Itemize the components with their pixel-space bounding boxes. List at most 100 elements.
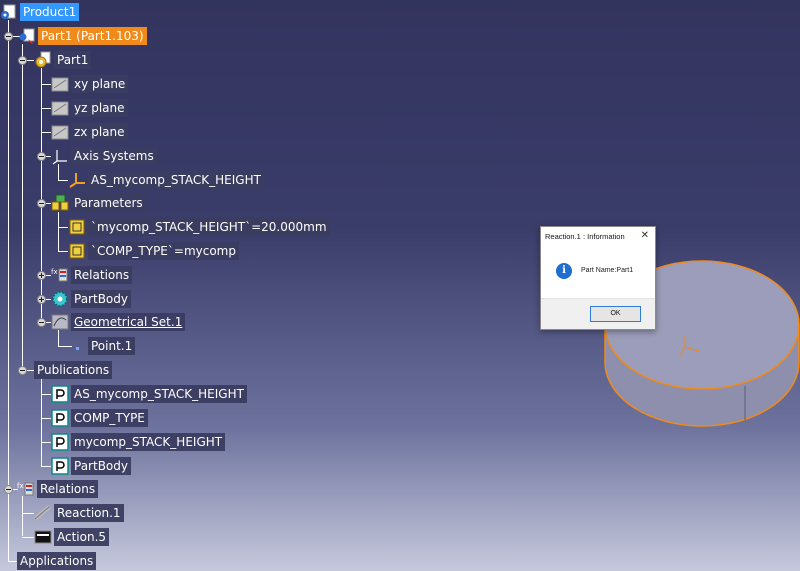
tree-line: [41, 442, 51, 443]
parameters-icon: [51, 194, 69, 212]
plane-icon: [51, 99, 69, 117]
tree-node-pub-stack-height[interactable]: mycomp_STACK_HEIGHT: [51, 432, 226, 452]
node-label: AS_mycomp_STACK_HEIGHT: [88, 171, 264, 189]
tree-line: [22, 513, 34, 514]
tree-node-relations-root[interactable]: fx Relations: [17, 479, 99, 499]
tree-node-param-comp-type[interactable]: `COMP_TYPE`=mycomp: [68, 241, 239, 261]
tree-node-partbody[interactable]: PartBody: [51, 289, 131, 309]
tree-node-pub-partbody[interactable]: PartBody: [51, 456, 131, 476]
node-label: Publications: [34, 361, 113, 379]
publication-icon: [51, 409, 69, 427]
node-label: PartBody: [71, 290, 131, 308]
dialog-message: Part Name:Part1: [581, 267, 634, 274]
tree-node-point[interactable]: Point.1: [72, 336, 136, 356]
tree-node-parameters[interactable]: Parameters: [51, 193, 146, 213]
collapse-toggle[interactable]: [4, 32, 13, 41]
tree-line: [22, 537, 34, 538]
action-icon: [34, 528, 52, 546]
info-dialog: Reaction.1 : Information ✕ i Part Name:P…: [540, 226, 656, 330]
node-label: `mycomp_STACK_HEIGHT`=20.000mm: [88, 218, 330, 236]
parameter-icon: [68, 242, 86, 260]
tree-node-part-instance[interactable]: Part1 (Part1.103): [18, 26, 147, 46]
tree-line: [41, 84, 51, 85]
axis-system-icon: [68, 171, 86, 189]
tree-line: [41, 378, 42, 466]
tree-node-reaction[interactable]: Reaction.1: [33, 503, 124, 523]
tree-node-zx-plane[interactable]: zx plane: [51, 122, 128, 142]
node-label: AS_mycomp_STACK_HEIGHT: [71, 385, 247, 403]
node-label: PartBody: [71, 457, 131, 475]
node-label: Relations: [37, 480, 99, 498]
publication-icon: [51, 385, 69, 403]
publication-icon: [51, 433, 69, 451]
collapse-toggle[interactable]: [4, 485, 13, 494]
tree-line: [41, 466, 51, 467]
node-label: Part1 (Part1.103): [38, 27, 147, 45]
part-gear-icon: [34, 51, 52, 69]
node-label: `COMP_TYPE`=mycomp: [88, 242, 239, 260]
tree-line: [58, 346, 72, 347]
tree-line: [58, 212, 59, 252]
tree-line: [58, 227, 68, 228]
tree-line: [58, 251, 68, 252]
node-label: Action.5: [54, 528, 110, 546]
node-label: Axis Systems: [71, 147, 157, 165]
tree-node-relations-part[interactable]: fx Relations: [51, 265, 133, 285]
axis-systems-icon: [51, 147, 69, 165]
ok-button[interactable]: OK: [590, 306, 641, 322]
relations-icon: fx: [51, 266, 69, 284]
relations-icon: fx: [17, 480, 35, 498]
expand-toggle[interactable]: [37, 271, 46, 280]
tree-node-geometrical-set[interactable]: Geometrical Set.1: [51, 312, 186, 332]
node-label: Point.1: [88, 337, 136, 355]
tree-line: [58, 164, 59, 180]
node-label: Geometrical Set.1: [71, 313, 186, 331]
collapse-toggle[interactable]: [37, 199, 46, 208]
node-label: Reaction.1: [54, 504, 124, 522]
publication-icon: [51, 457, 69, 475]
tree-node-param-stack-height[interactable]: `mycomp_STACK_HEIGHT`=20.000mm: [68, 217, 330, 237]
info-icon: i: [556, 263, 572, 279]
tree-node-pub-comp-type[interactable]: COMP_TYPE: [51, 408, 148, 428]
collapse-toggle[interactable]: [37, 152, 46, 161]
tree-node-product[interactable]: Product1: [0, 2, 80, 22]
tree-line: [22, 44, 23, 370]
product-icon: [0, 3, 18, 21]
collapse-toggle[interactable]: [37, 318, 46, 327]
svg-text:fx: fx: [17, 482, 24, 490]
node-label: Product1: [20, 3, 80, 21]
expand-toggle[interactable]: [37, 295, 46, 304]
node-label: Parameters: [71, 194, 146, 212]
node-label: Applications: [17, 552, 97, 570]
part-instance-icon: [18, 27, 36, 45]
node-label: xy plane: [71, 75, 129, 93]
tree-node-publications[interactable]: Publications: [34, 360, 113, 380]
dialog-title: Reaction.1 : Information: [545, 232, 625, 241]
tree-line: [58, 330, 59, 346]
point-icon: [72, 337, 86, 355]
tree-node-pub-axis[interactable]: AS_mycomp_STACK_HEIGHT: [51, 384, 247, 404]
node-label: COMP_TYPE: [71, 409, 148, 427]
tree-node-part[interactable]: Part1: [34, 50, 92, 70]
tree-line: [41, 108, 51, 109]
tree-line: [41, 394, 51, 395]
collapse-toggle[interactable]: [18, 366, 27, 375]
close-icon[interactable]: ✕: [641, 230, 649, 241]
collapse-toggle[interactable]: [18, 56, 27, 65]
dialog-footer: OK: [541, 298, 655, 329]
tree-node-applications[interactable]: Applications: [17, 551, 97, 571]
svg-text:fx: fx: [51, 268, 58, 276]
node-label: mycomp_STACK_HEIGHT: [71, 433, 226, 451]
tree-node-axis-systems[interactable]: Axis Systems: [51, 146, 157, 166]
tree-node-action[interactable]: Action.5: [34, 527, 110, 547]
tree-node-xy-plane[interactable]: xy plane: [51, 74, 129, 94]
node-label: zx plane: [71, 123, 128, 141]
parameter-icon: [68, 218, 86, 236]
node-label: Part1: [54, 51, 92, 69]
tree-line: [41, 132, 51, 133]
tree-node-axis-item[interactable]: AS_mycomp_STACK_HEIGHT: [68, 170, 264, 190]
plane-icon: [51, 123, 69, 141]
node-label: Relations: [71, 266, 133, 284]
tree-node-yz-plane[interactable]: yz plane: [51, 98, 128, 118]
reaction-icon: [33, 504, 52, 522]
